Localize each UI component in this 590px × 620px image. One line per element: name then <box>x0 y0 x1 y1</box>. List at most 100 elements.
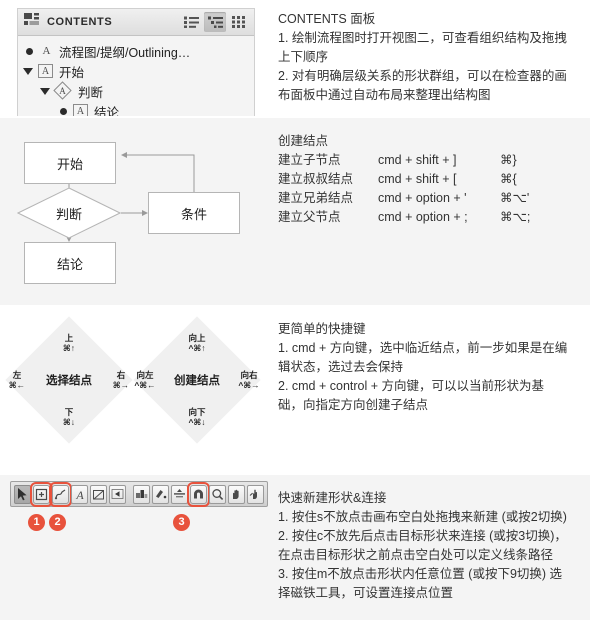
description-line: 在点击目标形状之前点击空白处可以定义线条路径 <box>278 548 554 562</box>
diamond-key-left: 左 ⌘← <box>8 370 26 390</box>
flow-node-start[interactable]: 开始 <box>24 142 116 184</box>
list-item[interactable]: A 判断 <box>18 81 254 101</box>
shortcut-symbol: ⌘{ <box>500 172 517 186</box>
diamond-key-up: 向上 ^⌘↑ <box>188 333 206 353</box>
description-line: 1. cmd + 方向键，选中临近结点，前一步如果是在编 <box>278 341 568 355</box>
shortcut-combo: cmd + option + ; <box>378 210 468 224</box>
disclosure-triangle-icon[interactable] <box>40 87 50 95</box>
shortcut-name: 建立兄弟结点 <box>278 191 354 205</box>
text-shape-icon: A <box>42 45 51 57</box>
contents-panel-illustration: CONTENTS A 流程图/提纲/Outlining… A 开始 A 判断 A… <box>0 0 270 118</box>
diamond-key-up: 上 ⌘↑ <box>62 333 76 353</box>
description-line: 1. 按住s不放点击画布空白处拖拽来新建 (或按2切换) <box>278 510 567 524</box>
table-row: 建立叔叔结点 cmd + shift + [ ⌘{ <box>278 170 584 189</box>
flow-node-label: 开始 <box>56 156 83 172</box>
diamond-key-down: 下 ⌘↓ <box>62 407 76 427</box>
description-title: 更简单的快捷键 <box>278 322 366 336</box>
description-line: 择磁铁工具，可设置连接点位置 <box>278 586 454 600</box>
flow-node-label: 条件 <box>180 206 207 222</box>
flow-node-conclusion[interactable]: 结论 <box>24 242 116 284</box>
rect-shape-icon: A <box>38 64 53 78</box>
create-node-description: 创建结点 建立子节点 cmd + shift + ] ⌘} 建立叔叔结点 cmd… <box>270 118 590 305</box>
diamond-key-left: 向左 ^⌘← <box>134 370 156 390</box>
diamond-key-down: 向下 ^⌘↓ <box>188 407 206 427</box>
page-title: CONTENTS <box>47 16 113 28</box>
shortcut-symbol: ⌘⌥' <box>500 191 530 205</box>
list-item-label: 判断 <box>78 85 104 100</box>
diamond-group: 选择结点 上 ⌘↑ 下 ⌘↓ 左 ⌘← 右 ⌘→ 创建结点 向上 ^⌘↑ 向下 … <box>0 305 270 475</box>
description-title: 创建结点 <box>278 134 329 148</box>
contents-panel-header: CONTENTS <box>18 9 254 36</box>
bullet-icon <box>26 47 33 55</box>
diamond-shape-icon: A <box>53 81 72 100</box>
table-row: 建立兄弟结点 cmd + option + ' ⌘⌥' <box>278 189 584 208</box>
style-swatch-tool[interactable] <box>133 484 150 504</box>
panel-grid-icon <box>24 13 39 31</box>
quick-shape-description: 快速新建形状&连接 1. 按住s不放点击画布空白处拖拽来新建 (或按2切换) 2… <box>270 475 590 620</box>
align-tool[interactable] <box>171 484 188 504</box>
list-item-label: 开始 <box>59 65 85 80</box>
selection-arrow-tool[interactable] <box>14 484 31 504</box>
list-item-label: 结论 <box>94 105 120 117</box>
flow-node-label: 判断 <box>55 206 82 222</box>
playback-tool[interactable] <box>109 484 126 504</box>
contents-description: CONTENTS 面板 1. 绘制流程图时打开视图二，可查看组织结构及拖拽 上下… <box>270 0 590 118</box>
magnet-tool[interactable] <box>187 481 210 507</box>
description-line: 1. 绘制流程图时打开视图二，可查看组织结构及拖拽 <box>278 31 567 45</box>
flow-node-decision[interactable]: 判断 <box>17 187 121 239</box>
list-view-icon[interactable] <box>180 12 202 32</box>
view-mode-switcher[interactable] <box>180 12 250 32</box>
grid-view-icon[interactable] <box>228 12 250 32</box>
rect-shape-icon: A <box>73 104 88 116</box>
list-item[interactable]: A 流程图/提纲/Outlining… <box>18 41 254 61</box>
shortcut-name: 建立父节点 <box>278 210 341 224</box>
shortcut-combo: cmd + option + ' <box>378 191 467 205</box>
crop-tool[interactable] <box>90 484 107 504</box>
description-line: 辑状态，选过去会保持 <box>278 360 404 374</box>
description-line: 础，向指定方向创建子结点 <box>278 398 429 412</box>
callout-badge-3: 3 <box>173 514 190 531</box>
shortcut-name: 建立子节点 <box>278 153 341 167</box>
disclosure-triangle-icon[interactable] <box>23 67 33 75</box>
flow-node-condition[interactable]: 条件 <box>148 192 240 234</box>
bullet-icon <box>60 107 67 115</box>
callout-badge-2: 2 <box>49 514 66 531</box>
description-line: 布面板中通过自动布局来整理出结构图 <box>278 88 491 102</box>
paintbrush-tool[interactable] <box>152 484 169 504</box>
diamond-illustration: 选择结点 上 ⌘↑ 下 ⌘↓ 左 ⌘← 右 ⌘→ 创建结点 向上 ^⌘↑ 向下 … <box>0 305 270 475</box>
toolbar-area: A 1 2 3 <box>0 475 270 620</box>
table-row: 建立子节点 cmd + shift + ] ⌘} <box>278 151 584 170</box>
description-line: 3. 按住m不放点击形状内任意位置 (或按下9切换) 选 <box>278 567 563 581</box>
description-title: CONTENTS 面板 <box>278 12 376 26</box>
flowchart-illustration: 开始 判断 条件 结论 <box>0 118 270 305</box>
shortcut-symbol: ⌘} <box>500 153 517 167</box>
section-quick-shape-connect: A 1 2 3 快速新建形状&连接 1. 按住s不放点击画布空白处拖拽来新建 (… <box>0 475 590 620</box>
shortcut-combo: cmd + shift + [ <box>378 172 457 186</box>
section-create-node: 开始 判断 条件 结论 创建结点 建立子节点 cmd + shift + ] ⌘… <box>0 118 590 305</box>
shortcut-symbol: ⌘⌥; <box>500 210 531 224</box>
drawing-toolbar[interactable]: A <box>10 481 268 507</box>
hand-tool[interactable] <box>228 484 245 504</box>
pointer-hand-tool[interactable] <box>247 484 264 504</box>
line-pen-tool[interactable] <box>49 481 72 507</box>
shortcut-table: 建立子节点 cmd + shift + ] ⌘} 建立叔叔结点 cmd + sh… <box>278 151 584 227</box>
section-contents-panel: CONTENTS A 流程图/提纲/Outlining… A 开始 A 判断 A… <box>0 0 590 118</box>
list-item[interactable]: A 开始 <box>18 61 254 81</box>
description-title: 快速新建形状&连接 <box>278 491 387 505</box>
toolbar-illustration: A 1 2 3 <box>0 475 270 620</box>
simple-shortcuts-description: 更简单的快捷键 1. cmd + 方向键，选中临近结点，前一步如果是在编 辑状态… <box>270 305 590 475</box>
shortcut-name: 建立叔叔结点 <box>278 172 354 186</box>
shape-tool[interactable] <box>30 481 53 507</box>
zoom-tool[interactable] <box>209 484 226 504</box>
description-line: 2. 对有明确层级关系的形状群组，可以在检查器的画 <box>278 69 567 83</box>
diamond-key-right: 向右 ^⌘→ <box>238 370 260 390</box>
contents-tree[interactable]: A 流程图/提纲/Outlining… A 开始 A 判断 A 结论 <box>18 36 254 116</box>
section-simple-shortcuts: 选择结点 上 ⌘↑ 下 ⌘↓ 左 ⌘← 右 ⌘→ 创建结点 向上 ^⌘↑ 向下 … <box>0 305 590 475</box>
description-line: 上下顺序 <box>278 50 329 64</box>
shortcut-combo: cmd + shift + ] <box>378 153 457 167</box>
outline-view-icon[interactable] <box>204 12 226 32</box>
text-tool[interactable]: A <box>71 484 88 504</box>
svg-text:A: A <box>75 488 84 501</box>
list-item-label: 流程图/提纲/Outlining… <box>59 45 191 60</box>
list-item[interactable]: A 结论 <box>18 101 254 116</box>
